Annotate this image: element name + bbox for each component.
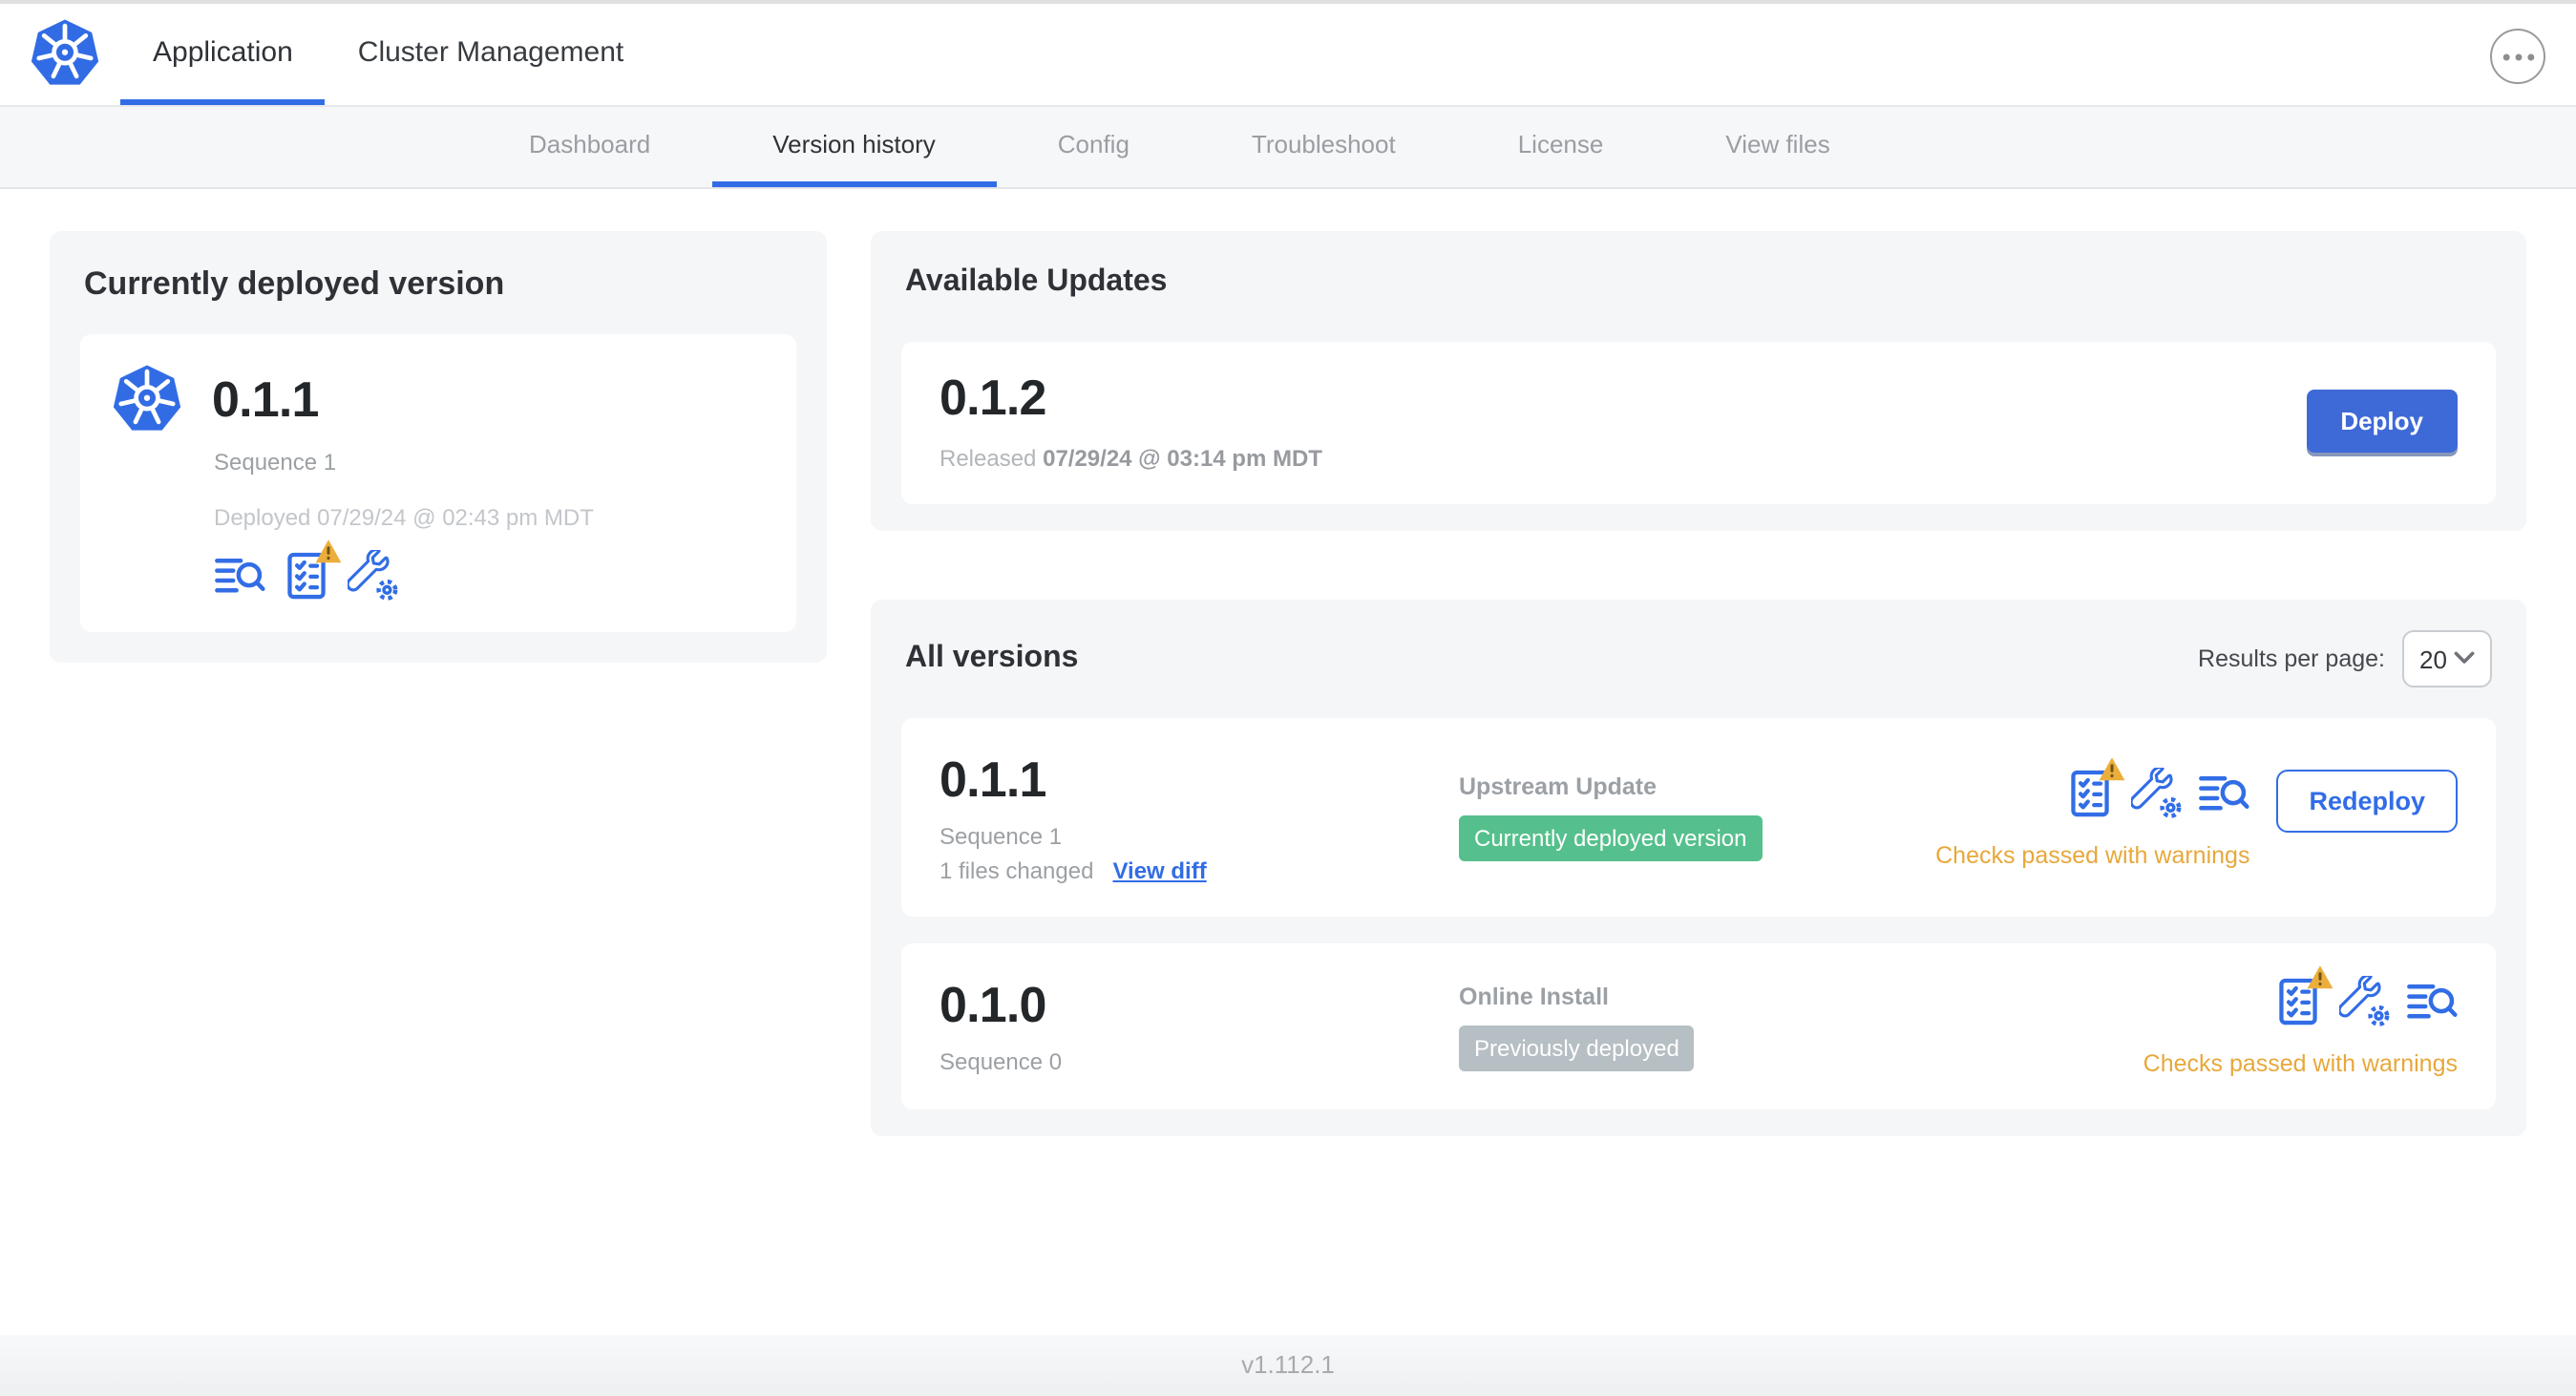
- version-row-actions: Checks passed with warnings Redeploy: [1935, 756, 2458, 868]
- results-per-page-label: Results per page:: [2198, 645, 2385, 672]
- app-window: Application Cluster Management Dashboard…: [0, 0, 2576, 1396]
- checks-status-text: Checks passed with warnings: [1935, 841, 2250, 868]
- config-icon[interactable]: [2131, 767, 2183, 818]
- preflight-checks-warning-icon[interactable]: [2272, 965, 2333, 1027]
- deployed-timestamp: Deployed 07/29/24 @ 02:43 pm MDT: [214, 504, 594, 531]
- version-row-actions: Checks passed with warnings: [2143, 965, 2458, 1077]
- config-icon[interactable]: [348, 550, 399, 602]
- diff-icon[interactable]: [2406, 976, 2458, 1027]
- diff-icon[interactable]: [2198, 767, 2249, 818]
- footer-bar: v1.112.1: [0, 1335, 2576, 1396]
- status-badge: Currently deployed version: [1459, 815, 1763, 861]
- currently-deployed-title: Currently deployed version: [84, 265, 505, 302]
- right-column: Available Updates 0.1.2 Released 07/29/2…: [871, 231, 2526, 1136]
- available-update-card: 0.1.2 Released 07/29/24 @ 03:14 pm MDT D…: [901, 342, 2496, 504]
- results-per-page-select[interactable]: 20: [2402, 630, 2492, 687]
- preflight-checks-warning-icon[interactable]: [281, 539, 342, 602]
- row-action-icons: [2064, 756, 2249, 818]
- tab-application-label: Application: [153, 35, 293, 68]
- console-version: v1.112.1: [1241, 1350, 1335, 1379]
- all-versions-header: All versions Results per page: 20: [905, 630, 2492, 687]
- status-badge: Previously deployed: [1459, 1025, 1695, 1070]
- warning-triangle-icon: [2307, 965, 2333, 989]
- available-updates-panel: Available Updates 0.1.2 Released 07/29/2…: [871, 231, 2526, 531]
- subnav-tab-version-history-label: Version history: [772, 130, 936, 159]
- subnav-tab-view-files-label: View files: [1725, 130, 1830, 159]
- source-label: Online Install: [1459, 983, 1609, 1009]
- version-row-0-1-0: 0.1.0 Sequence 0 Online Install Previous…: [901, 943, 2496, 1110]
- version-row-info: 0.1.1 Sequence 1 1 files changed View di…: [940, 751, 1459, 884]
- row-sequence: Sequence 1: [940, 823, 1063, 850]
- app-logo-kubernetes-icon: [111, 363, 183, 435]
- view-diff-link[interactable]: View diff: [1112, 857, 1206, 884]
- diff-icon[interactable]: [214, 550, 265, 602]
- deployed-sequence: Sequence 1: [214, 449, 337, 476]
- update-released-line: Released 07/29/24 @ 03:14 pm MDT: [940, 443, 1322, 474]
- results-per-page: Results per page: 20: [2198, 630, 2492, 687]
- redeploy-button[interactable]: Redeploy: [2276, 769, 2458, 832]
- update-version-number: 0.1.2: [940, 369, 1046, 426]
- subnav-tab-view-files[interactable]: View files: [1664, 107, 1890, 187]
- tab-application[interactable]: Application: [120, 4, 326, 105]
- ellipsis-icon: [2502, 53, 2534, 60]
- results-per-page-value: 20: [2419, 645, 2447, 673]
- checks-status-text: Checks passed with warnings: [2143, 1050, 2458, 1077]
- all-versions-title: All versions: [905, 642, 1079, 674]
- subnav-tab-license-label: License: [1517, 130, 1604, 159]
- subnav-tab-troubleshoot[interactable]: Troubleshoot: [1191, 107, 1457, 187]
- files-changed-text: 1 files changed: [940, 857, 1094, 884]
- subnav-tab-dashboard[interactable]: Dashboard: [468, 107, 711, 187]
- currently-deployed-card: 0.1.1 Sequence 1 Deployed 07/29/24 @ 02:…: [80, 334, 796, 632]
- row-action-icons: [2272, 965, 2458, 1027]
- tab-cluster-management-label: Cluster Management: [357, 35, 624, 68]
- subnav-tab-config-label: Config: [1057, 130, 1130, 159]
- tab-cluster-management[interactable]: Cluster Management: [326, 4, 656, 105]
- source-label: Upstream Update: [1459, 773, 1657, 800]
- subnav-tab-config[interactable]: Config: [997, 107, 1191, 187]
- warning-triangle-icon: [315, 539, 342, 563]
- more-options-button[interactable]: [2490, 29, 2545, 84]
- chevron-down-icon: [2454, 651, 2475, 664]
- subnav-tab-dashboard-label: Dashboard: [529, 130, 651, 159]
- deployed-version-number: 0.1.1: [212, 370, 319, 428]
- deploy-button[interactable]: Deploy: [2306, 390, 2458, 453]
- top-navbar: Application Cluster Management: [0, 4, 2576, 107]
- row-version-number: 0.1.1: [940, 751, 1046, 808]
- subnav-tab-license[interactable]: License: [1457, 107, 1665, 187]
- preflight-checks-warning-icon[interactable]: [2064, 756, 2125, 818]
- subnav-tab-version-history[interactable]: Version history: [711, 107, 997, 187]
- released-prefix: Released: [940, 445, 1037, 472]
- top-nav-tabs: Application Cluster Management: [120, 4, 656, 105]
- subnav-tab-troubleshoot-label: Troubleshoot: [1251, 130, 1396, 159]
- available-update-info: 0.1.2 Released 07/29/24 @ 03:14 pm MDT: [940, 369, 1322, 474]
- deployed-version-actions: [214, 539, 766, 602]
- version-row-source: Upstream Update Currently deployed versi…: [1459, 773, 1935, 861]
- version-row-0-1-1: 0.1.1 Sequence 1 1 files changed View di…: [901, 718, 2496, 917]
- config-icon[interactable]: [2339, 976, 2391, 1027]
- row-version-number: 0.1.0: [940, 976, 1046, 1033]
- all-versions-panel: All versions Results per page: 20 0.1.1 …: [871, 600, 2526, 1136]
- version-row-info: 0.1.0 Sequence 0: [940, 976, 1459, 1077]
- currently-deployed-panel: Currently deployed version 0.1.1 Sequenc…: [50, 231, 827, 663]
- main-content: Currently deployed version 0.1.1 Sequenc…: [0, 189, 2576, 1136]
- version-row-source: Online Install Previously deployed: [1459, 983, 2143, 1070]
- row-sequence: Sequence 0: [940, 1048, 1063, 1075]
- released-timestamp: 07/29/24 @ 03:14 pm MDT: [1043, 445, 1322, 472]
- available-updates-title: Available Updates: [905, 265, 1168, 298]
- kubernetes-logo-icon: [29, 17, 101, 90]
- warning-triangle-icon: [2100, 756, 2125, 780]
- app-sub-navbar: Dashboard Version history Config Trouble…: [0, 107, 2576, 189]
